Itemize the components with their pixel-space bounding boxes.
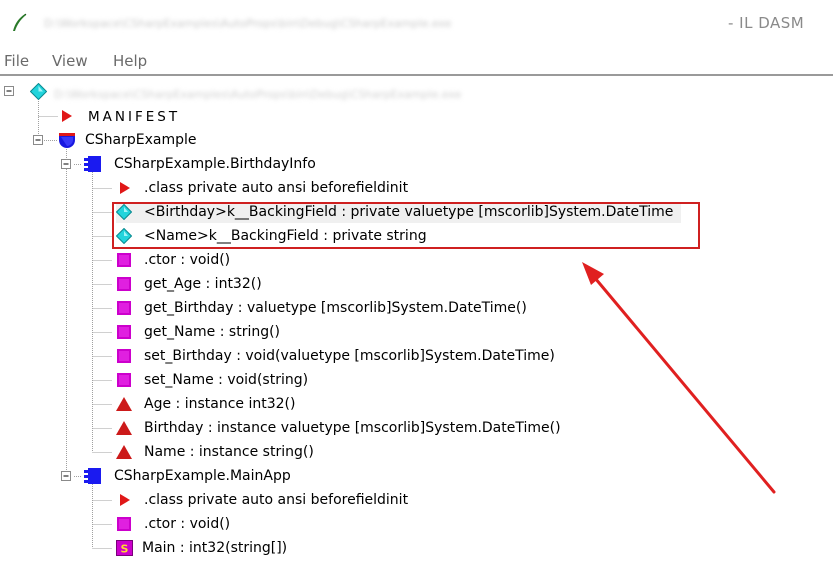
tree-node-method-ctor[interactable]: .ctor : void() [0, 513, 500, 535]
magenta-square-icon [117, 325, 131, 339]
assembly-path-label: D:\Workspace\CSharpExamples\AutoProps\bi… [54, 88, 462, 101]
red-up-triangle-icon [116, 397, 132, 411]
collapse-toggle-icon[interactable] [61, 159, 72, 170]
blue-class-icon [84, 468, 101, 484]
member-label: .class private auto ansi beforefieldinit [144, 492, 409, 508]
blue-shield-icon [59, 133, 75, 148]
magenta-square-icon [117, 373, 131, 387]
manifest-label: MANIFEST [88, 109, 181, 125]
class-label: CSharpExample.MainApp [114, 468, 291, 484]
member-label: set_Birthday : void(valuetype [mscorlib]… [144, 348, 555, 364]
tree-node-method-ctor[interactable]: .ctor : void() [0, 249, 500, 271]
tree-node-property-age[interactable]: Age : instance int32() [0, 393, 500, 415]
menu-bar: File View Help [0, 48, 833, 74]
member-label: get_Age : int32() [144, 276, 262, 292]
highlight-box [112, 202, 700, 249]
title-bar: D:\Workspace\CSharpExamples\AutoProps\bi… [0, 0, 833, 48]
magenta-square-icon [117, 301, 131, 315]
red-triangle-icon [62, 110, 72, 122]
collapse-toggle-icon[interactable] [33, 135, 44, 146]
tree-node-method-get-name[interactable]: get_Name : string() [0, 321, 500, 343]
magenta-square-icon [117, 517, 131, 531]
member-label: Age : instance int32() [144, 396, 296, 412]
tree-node-method-set-name[interactable]: set_Name : void(string) [0, 369, 500, 391]
member-label: .class private auto ansi beforefieldinit [144, 180, 409, 196]
tree-node-method-get-birthday[interactable]: get_Birthday : valuetype [mscorlib]Syste… [0, 297, 600, 319]
tree-node-class-mainapp[interactable]: CSharpExample.MainApp [0, 465, 400, 487]
tree-node-method-get-age[interactable]: get_Age : int32() [0, 273, 500, 295]
menu-view[interactable]: View [52, 52, 88, 70]
s-box-icon: S [116, 540, 133, 556]
tree-node-class-birthdayinfo[interactable]: CSharpExample.BirthdayInfo [0, 153, 400, 175]
window-title-app: - IL DASM [728, 14, 805, 32]
magenta-square-icon [117, 253, 131, 267]
tree-node-method-set-birthday[interactable]: set_Birthday : void(valuetype [mscorlib]… [0, 345, 600, 367]
red-triangle-icon [120, 494, 130, 506]
tree-node-class-directive[interactable]: .class private auto ansi beforefieldinit [0, 489, 500, 511]
class-label: CSharpExample.BirthdayInfo [114, 156, 316, 172]
namespace-label: CSharpExample [85, 132, 197, 148]
svg-text:S: S [121, 543, 129, 556]
member-label: get_Birthday : valuetype [mscorlib]Syste… [144, 300, 527, 316]
tree-node-assembly[interactable]: D:\Workspace\CSharpExamples\AutoProps\bi… [0, 81, 833, 103]
red-up-triangle-icon [116, 421, 132, 435]
cyan-diamond-icon [30, 83, 47, 100]
tree-node-manifest[interactable]: MANIFEST [0, 105, 300, 127]
blue-class-icon [84, 156, 101, 172]
member-label: Birthday : instance valuetype [mscorlib]… [144, 420, 561, 436]
menu-help[interactable]: Help [113, 52, 147, 70]
menu-file[interactable]: File [4, 52, 29, 70]
tree-node-property-birthday[interactable]: Birthday : instance valuetype [mscorlib]… [0, 417, 600, 439]
quill-icon [13, 13, 27, 31]
collapse-toggle-icon[interactable] [61, 471, 72, 482]
tree-node-method-main[interactable]: S Main : int32(string[]) [0, 537, 500, 559]
tree-node-property-name[interactable]: Name : instance string() [0, 441, 500, 463]
member-label: .ctor : void() [144, 516, 231, 532]
menu-separator [0, 74, 833, 76]
red-up-triangle-icon [116, 445, 132, 459]
member-label: .ctor : void() [144, 252, 231, 268]
magenta-square-icon [117, 277, 131, 291]
window-title-path: D:\Workspace\CSharpExamples\AutoProps\bi… [44, 17, 452, 30]
tree-node-class-directive[interactable]: .class private auto ansi beforefieldinit [0, 177, 500, 199]
member-label: Main : int32(string[]) [142, 540, 288, 556]
member-label: set_Name : void(string) [144, 372, 309, 388]
member-label: Name : instance string() [144, 444, 314, 460]
collapse-toggle-icon[interactable] [4, 86, 15, 97]
tree-node-namespace[interactable]: CSharpExample [0, 129, 300, 151]
magenta-square-icon [117, 349, 131, 363]
member-label: get_Name : string() [144, 324, 281, 340]
red-triangle-icon [120, 182, 130, 194]
